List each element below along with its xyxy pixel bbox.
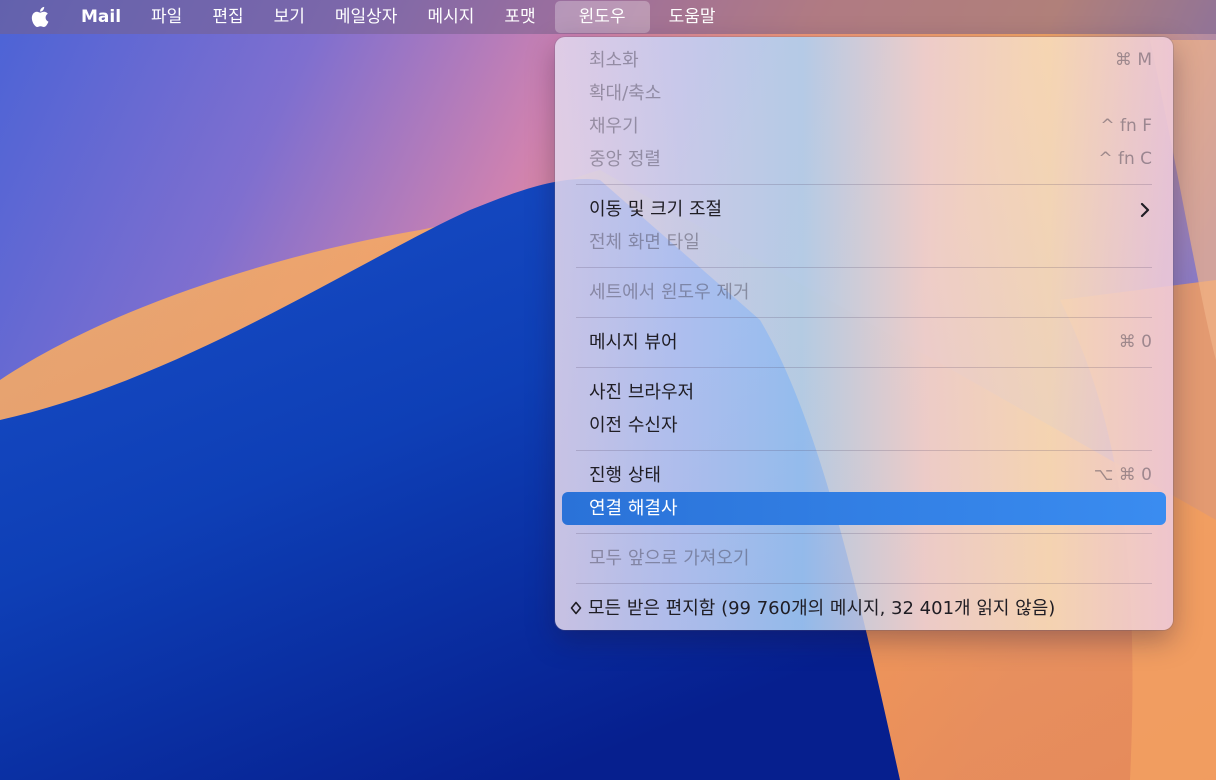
menu-item-previous-recipients[interactable]: 이전 수신자 — [562, 409, 1166, 442]
menubar-file[interactable]: 파일 — [136, 0, 197, 34]
menu-item-shortcut: ⌘ 0 — [1118, 332, 1152, 352]
menu-bar: Mail 파일 편집 보기 메일상자 메시지 포맷 윈도우 도움말 — [0, 0, 1216, 34]
menu-separator — [576, 367, 1152, 368]
menu-item-label: 전체 화면 타일 — [589, 232, 700, 253]
menubar-view[interactable]: 보기 — [259, 0, 320, 34]
menu-separator — [576, 267, 1152, 268]
menu-separator — [576, 317, 1152, 318]
menu-item-activity[interactable]: 진행 상태 ⌥ ⌘ 0 — [562, 459, 1166, 492]
menu-item-label: 모두 앞으로 가져오기 — [589, 548, 750, 569]
menu-separator — [576, 533, 1152, 534]
chevron-right-icon — [1140, 202, 1150, 218]
menu-item-all-inboxes-window[interactable]: 모든 받은 편지함 (99 760개의 메시지, 32 401개 읽지 않음) — [562, 592, 1166, 625]
apple-logo-icon[interactable] — [29, 4, 53, 30]
menu-item-label: 세트에서 윈도우 제거 — [589, 282, 750, 303]
diamond-icon — [570, 601, 582, 615]
menu-item-label: 진행 상태 — [589, 465, 661, 486]
menu-item-full-screen-tile[interactable]: 전체 화면 타일 — [562, 226, 1166, 259]
menu-separator — [576, 450, 1152, 451]
menu-item-shortcut: ⌥ ⌘ 0 — [1093, 465, 1152, 485]
menu-item-shortcut: ^ fn C — [1098, 149, 1152, 169]
menu-item-message-viewer[interactable]: 메시지 뷰어 ⌘ 0 — [562, 326, 1166, 359]
menu-item-label: 최소화 — [589, 50, 639, 71]
menubar-help[interactable]: 도움말 — [654, 0, 731, 34]
menu-item-photo-browser[interactable]: 사진 브라우저 — [562, 376, 1166, 409]
menu-item-zoom[interactable]: 확대/축소 — [562, 77, 1166, 110]
menubar-mailbox[interactable]: 메일상자 — [320, 0, 413, 34]
menu-separator — [576, 184, 1152, 185]
menu-item-fill[interactable]: 채우기 ^ fn F — [562, 110, 1166, 143]
menu-item-minimize[interactable]: 최소화 ⌘ M — [562, 44, 1166, 77]
menu-item-label: 메시지 뷰어 — [589, 332, 678, 353]
menu-item-connection-doctor[interactable]: 연결 해결사 — [562, 492, 1166, 525]
menubar-app-mail[interactable]: Mail — [75, 0, 136, 34]
menubar-edit[interactable]: 편집 — [197, 0, 258, 34]
menu-item-label: 이동 및 크기 조절 — [589, 199, 723, 220]
menu-item-label: 이전 수신자 — [589, 415, 678, 436]
menubar-format[interactable]: 포맷 — [489, 0, 550, 34]
menu-item-label: 모든 받은 편지함 (99 760개의 메시지, 32 401개 읽지 않음) — [588, 598, 1056, 619]
menu-item-bring-all-to-front[interactable]: 모두 앞으로 가져오기 — [562, 542, 1166, 575]
desktop: Mail 파일 편집 보기 메일상자 메시지 포맷 윈도우 도움말 최소화 ⌘ … — [0, 0, 1216, 780]
menu-item-label: 채우기 — [589, 116, 639, 137]
menu-separator — [576, 583, 1152, 584]
menu-item-label: 확대/축소 — [589, 83, 662, 104]
menu-item-label: 사진 브라우저 — [589, 382, 695, 403]
menu-item-move-and-resize[interactable]: 이동 및 크기 조절 — [562, 193, 1166, 226]
menubar-message[interactable]: 메시지 — [412, 0, 489, 34]
menu-item-shortcut: ⌘ M — [1114, 50, 1152, 70]
menu-item-remove-window-from-set[interactable]: 세트에서 윈도우 제거 — [562, 276, 1166, 309]
menu-item-center[interactable]: 중앙 정렬 ^ fn C — [562, 143, 1166, 176]
menu-item-label: 연결 해결사 — [589, 498, 678, 519]
menubar-window[interactable]: 윈도우 — [554, 1, 650, 33]
menu-item-label: 중앙 정렬 — [589, 149, 661, 170]
window-menu-dropdown: 최소화 ⌘ M 확대/축소 채우기 ^ fn F 중앙 정렬 ^ fn C 이동… — [555, 37, 1173, 630]
menu-item-shortcut: ^ fn F — [1100, 116, 1152, 136]
